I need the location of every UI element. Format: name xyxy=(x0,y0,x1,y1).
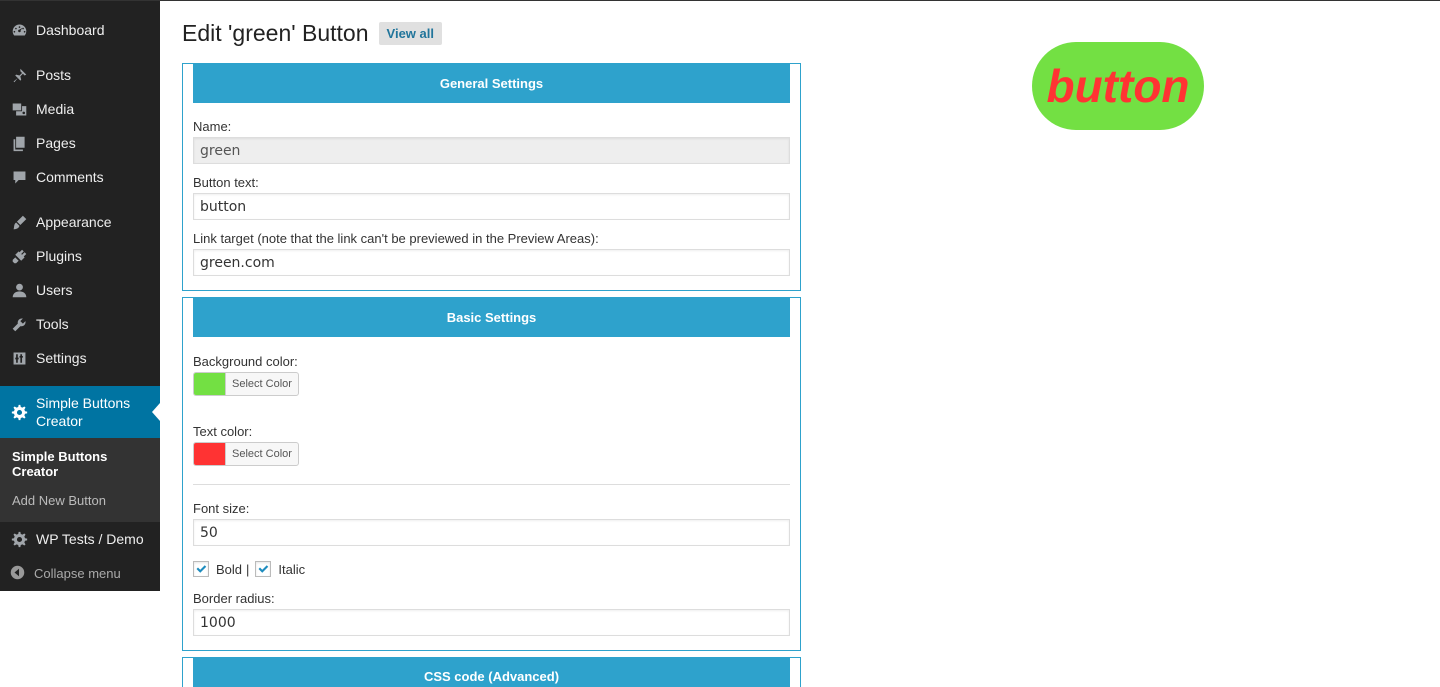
menu-item-settings[interactable]: Settings xyxy=(0,341,160,375)
gear-icon xyxy=(10,530,28,548)
menu-item-media[interactable]: Media xyxy=(0,92,160,126)
font-style-row: Bold | Italic xyxy=(193,561,790,577)
menu-item-simple-buttons-creator[interactable]: Simple Buttons Creator xyxy=(0,386,160,438)
bold-label: Bold xyxy=(216,561,243,577)
menu-label: Comments xyxy=(36,169,104,185)
menu-item-users[interactable]: Users xyxy=(0,273,160,307)
menu-separator xyxy=(0,194,160,205)
submenu: Simple Buttons Creator Add New Button xyxy=(0,438,160,522)
font-size-label: Font size: xyxy=(193,501,250,516)
menu-separator xyxy=(0,47,160,58)
text-color-label: Text color: xyxy=(193,424,253,439)
basic-settings-panel: Basic Settings Background color: Select … xyxy=(182,297,801,651)
general-settings-heading[interactable]: General Settings xyxy=(193,64,790,103)
background-color-swatch xyxy=(194,373,225,395)
collapse-menu-button[interactable]: Collapse menu xyxy=(0,556,160,590)
font-size-input[interactable] xyxy=(193,519,790,546)
menu-label: WP Tests / Demo xyxy=(36,531,144,547)
menu-separator xyxy=(0,375,160,386)
italic-label: Italic xyxy=(278,561,306,577)
checkmark-icon xyxy=(258,565,269,573)
name-label: Name: xyxy=(193,119,232,134)
background-color-row: Select Color xyxy=(193,372,790,396)
media-icon xyxy=(10,100,28,118)
menu-label: Dashboard xyxy=(36,22,105,38)
comment-icon xyxy=(10,168,28,186)
menu-item-wp-tests-demo[interactable]: WP Tests / Demo xyxy=(0,522,160,556)
wrench-icon xyxy=(10,315,28,333)
button-text-input[interactable] xyxy=(193,193,790,220)
css-code-panel: CSS code (Advanced) xyxy=(182,657,801,687)
background-color-picker[interactable]: Select Color xyxy=(193,372,299,396)
menu-item-pages[interactable]: Pages xyxy=(0,126,160,160)
view-all-button[interactable]: View all xyxy=(378,21,442,45)
admin-sidebar: Dashboard Posts Media Pages Comments App… xyxy=(0,1,160,591)
italic-checkbox[interactable] xyxy=(255,561,272,577)
separator: | xyxy=(246,561,250,577)
paintbrush-icon xyxy=(10,213,28,231)
background-color-label: Background color: xyxy=(193,354,298,369)
menu-label: Pages xyxy=(36,135,76,151)
name-input[interactable] xyxy=(193,137,790,164)
text-color-swatch xyxy=(194,443,225,465)
menu-label: Users xyxy=(36,282,73,298)
button-text-label: Button text: xyxy=(193,175,259,190)
collapse-label: Collapse menu xyxy=(34,565,121,581)
main-content: Edit 'green' Button View all General Set… xyxy=(182,1,802,687)
css-code-heading[interactable]: CSS code (Advanced) xyxy=(193,658,790,687)
bold-checkbox[interactable] xyxy=(193,561,209,577)
menu-label: Tools xyxy=(36,316,69,332)
button-preview[interactable]: button xyxy=(1032,42,1204,130)
menu-item-tools[interactable]: Tools xyxy=(0,307,160,341)
active-arrow xyxy=(152,403,160,421)
border-radius-label: Border radius: xyxy=(193,591,275,606)
plug-icon xyxy=(10,247,28,265)
menu-label: Media xyxy=(36,101,75,117)
menu-label: Settings xyxy=(36,350,87,366)
menu-label: Simple Buttons Creator xyxy=(36,395,131,429)
general-settings-panel: General Settings Name: Button text: Link… xyxy=(182,63,801,291)
menu-label: Plugins xyxy=(36,248,82,264)
border-radius-input[interactable] xyxy=(193,609,790,636)
menu-spacer xyxy=(0,1,160,13)
pin-icon xyxy=(10,66,28,84)
dashboard-icon xyxy=(10,21,28,39)
menu-item-plugins[interactable]: Plugins xyxy=(0,239,160,273)
text-color-picker[interactable]: Select Color xyxy=(193,442,299,466)
menu-label: Appearance xyxy=(36,214,112,230)
gear-icon xyxy=(10,403,28,421)
settings-icon xyxy=(10,349,28,367)
submenu-item-add-new-button[interactable]: Add New Button xyxy=(0,489,160,512)
menu-item-dashboard[interactable]: Dashboard xyxy=(0,13,160,47)
basic-settings-heading[interactable]: Basic Settings xyxy=(193,298,790,337)
collapse-arrow-icon xyxy=(10,565,26,581)
link-target-label: Link target (note that the link can't be… xyxy=(193,231,599,246)
select-color-label: Select Color xyxy=(225,443,298,465)
menu-item-comments[interactable]: Comments xyxy=(0,160,160,194)
divider xyxy=(193,484,790,485)
menu-label: Posts xyxy=(36,67,72,83)
menu-item-appearance[interactable]: Appearance xyxy=(0,205,160,239)
pages-icon xyxy=(10,134,28,152)
link-target-input[interactable] xyxy=(193,249,790,276)
checkmark-icon xyxy=(196,565,207,573)
text-color-row: Select Color xyxy=(193,442,790,466)
submenu-item-simple-buttons-creator[interactable]: Simple Buttons Creator xyxy=(0,445,120,483)
page-header: Edit 'green' Button View all xyxy=(182,1,802,63)
user-icon xyxy=(10,281,28,299)
select-color-label: Select Color xyxy=(225,373,298,395)
menu-item-posts[interactable]: Posts xyxy=(0,58,160,92)
page-title: Edit 'green' Button xyxy=(182,19,369,46)
